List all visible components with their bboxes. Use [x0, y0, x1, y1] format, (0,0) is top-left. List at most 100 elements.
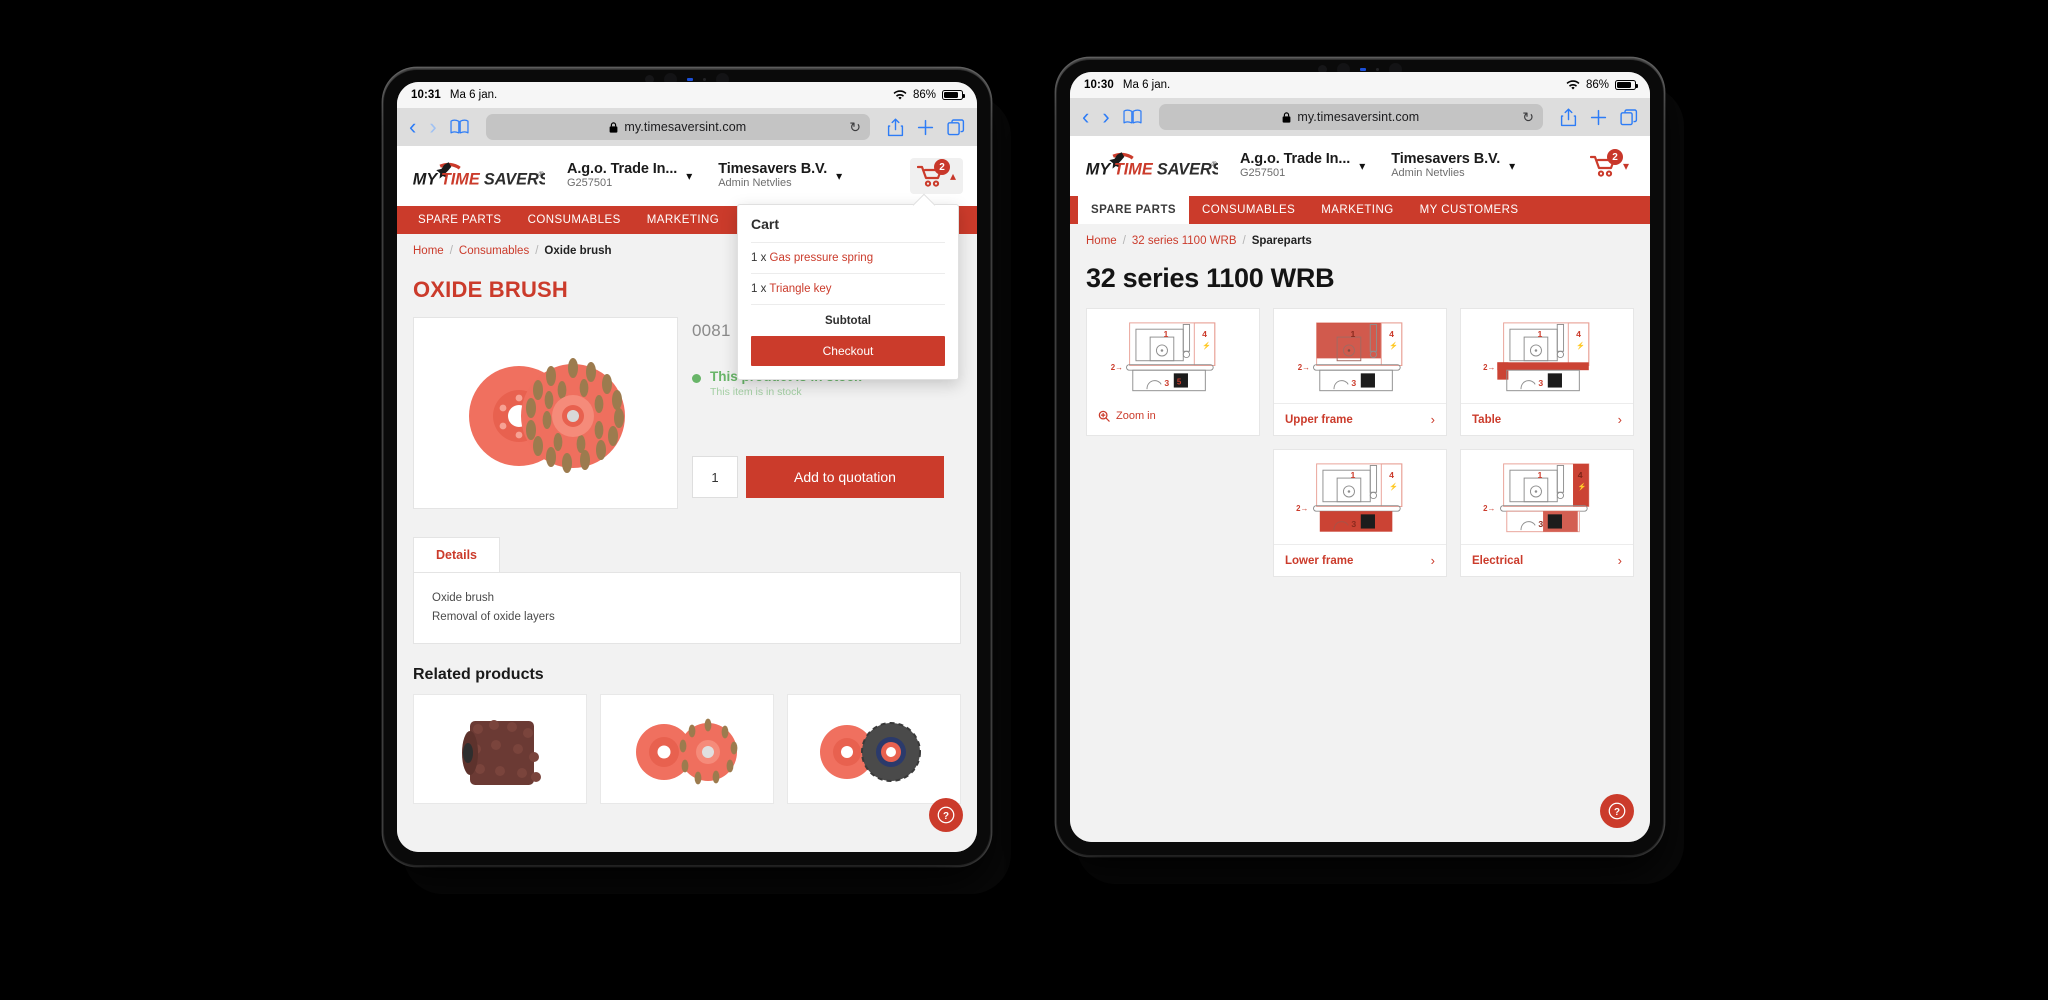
tab-details[interactable]: Details — [413, 537, 500, 572]
svg-text:SAVERS: SAVERS — [484, 170, 545, 188]
checkout-button[interactable]: Checkout — [751, 336, 945, 366]
nav-item-my-customers[interactable]: MY CUSTOMERS — [1407, 196, 1532, 224]
machine-diagram: 1 4 3 2→ ⚡ — [1461, 309, 1633, 403]
svg-text:⚡: ⚡ — [1202, 341, 1211, 350]
sparepart-label: Upper frame — [1285, 413, 1353, 426]
user-selector[interactable]: Timesavers B.V. Admin Netvlies ▾ — [718, 161, 842, 191]
book-icon[interactable] — [1123, 109, 1142, 125]
svg-text:4: 4 — [1576, 329, 1581, 339]
breadcrumb-machine[interactable]: 32 series 1100 WRB — [1132, 235, 1237, 247]
chevron-right-icon: › — [1430, 412, 1435, 427]
my-timesavers-logo[interactable]: MY TIME SAVERS ® — [1084, 151, 1218, 181]
tablet-left: 10:31 Ma 6 jan. 86% ‹ › my.timesaversint… — [383, 68, 991, 866]
back-icon[interactable]: ‹ — [409, 116, 416, 138]
zoom-in-label: Zoom in — [1116, 410, 1156, 422]
nav-item-spare-parts[interactable]: SPARE PARTS — [405, 206, 515, 234]
status-time: 10:31 — [411, 89, 441, 101]
tabs-icon[interactable] — [947, 118, 965, 136]
sparepart-label: Lower frame — [1285, 554, 1354, 567]
breadcrumb-right: Home / 32 series 1100 WRB / Spareparts — [1070, 224, 1650, 247]
sparepart-card-lower-frame[interactable]: 1 4 3 2→ ⚡ Lower frame › — [1273, 449, 1447, 577]
svg-text:3: 3 — [1351, 519, 1356, 529]
address-bar[interactable]: my.timesaversint.com ↻ — [1158, 104, 1543, 130]
cart-dropdown: Cart 1 x Gas pressure spring 1 x Triangl… — [737, 204, 959, 380]
detail-line-1: Oxide brush — [432, 592, 495, 604]
zoom-in-button[interactable]: Zoom in — [1087, 403, 1259, 431]
related-products-row — [397, 684, 977, 804]
machine-diagram-overview-icon: 1 4 3 5 2→ ⚡ — [1111, 322, 1216, 392]
grid-spacer — [1086, 449, 1260, 577]
help-button[interactable]: ? — [1600, 794, 1634, 828]
book-icon[interactable] — [450, 119, 469, 135]
product-tabs: Details — [397, 509, 977, 572]
svg-text:5: 5 — [1177, 377, 1182, 386]
account-selector[interactable]: A.g.o. Trade In... G257501 ▾ — [1240, 151, 1365, 181]
sparepart-card-electrical[interactable]: 1 4 3 2→ ⚡ Electrical › — [1460, 449, 1634, 577]
product-image[interactable] — [413, 317, 678, 509]
my-timesavers-logo[interactable]: MY TIME SAVERS ® — [411, 161, 545, 191]
share-icon[interactable] — [887, 118, 904, 137]
nav-item-consumables[interactable]: CONSUMABLES — [1189, 196, 1308, 224]
machine-diagram-lower-frame-icon: 1 4 3 2→ ⚡ — [1296, 463, 1403, 532]
user-selector[interactable]: Timesavers B.V. Admin Netvlies ▾ — [1391, 151, 1515, 181]
share-icon[interactable] — [1560, 108, 1577, 127]
quantity-input[interactable] — [692, 456, 738, 498]
address-bar[interactable]: my.timesaversint.com ↻ — [485, 114, 870, 140]
back-icon[interactable]: ‹ — [1082, 106, 1089, 128]
ios-status-bar: 10:31 Ma 6 jan. 86% — [397, 82, 977, 108]
reload-icon[interactable]: ↻ — [1522, 109, 1534, 126]
breadcrumb-home[interactable]: Home — [413, 245, 444, 257]
account-selector[interactable]: A.g.o. Trade In... G257501 ▾ — [567, 161, 692, 191]
cart-button[interactable]: 2 ▾ — [1583, 148, 1636, 184]
screen-right: 10:30 Ma 6 jan. 86% ‹ › my.timesaversint… — [1070, 72, 1650, 842]
svg-text:2→: 2→ — [1298, 363, 1310, 372]
status-time: 10:30 — [1084, 79, 1114, 91]
cart-button[interactable]: 2 ▴ — [909, 158, 963, 194]
svg-text:⚡: ⚡ — [1389, 341, 1398, 350]
chevron-right-icon: › — [1617, 553, 1622, 568]
svg-text:®: ® — [1212, 161, 1218, 169]
wifi-icon — [893, 89, 907, 100]
buy-box: Add to quotation — [692, 456, 961, 498]
sparepart-card-upper-frame[interactable]: 1 4 3 2→ ⚡ Upper frame › — [1273, 308, 1447, 436]
plus-icon[interactable] — [1590, 109, 1607, 126]
machine-overview-card[interactable]: 1 4 3 5 2→ ⚡ Zoom in — [1086, 308, 1260, 436]
help-button[interactable]: ? — [929, 798, 963, 832]
nav-item-spare-parts[interactable]: SPARE PARTS — [1078, 196, 1190, 224]
plus-icon[interactable] — [917, 119, 934, 136]
breadcrumb-consumables[interactable]: Consumables — [459, 245, 529, 257]
related-product-card[interactable] — [787, 693, 961, 804]
machine-diagram: 1 4 3 2→ ⚡ — [1274, 450, 1446, 544]
nav-item-consumables[interactable]: CONSUMABLES — [515, 206, 634, 234]
lock-icon — [1282, 111, 1291, 123]
svg-text:MY: MY — [413, 170, 440, 188]
breadcrumb-home[interactable]: Home — [1086, 235, 1117, 247]
tabs-icon[interactable] — [1620, 108, 1638, 126]
reload-icon[interactable]: ↻ — [849, 119, 861, 136]
cart-icon: 2 — [1589, 149, 1623, 178]
stock-dot-icon — [692, 374, 701, 383]
battery-icon — [942, 90, 966, 100]
safari-toolbar: ‹ › my.timesaversint.com ↻ — [397, 108, 977, 146]
related-product-card[interactable] — [413, 693, 587, 804]
nav-item-marketing[interactable]: MARKETING — [1308, 196, 1406, 224]
related-product-card[interactable] — [600, 693, 774, 804]
forward-icon[interactable]: › — [429, 116, 436, 138]
chevron-down-icon: ▾ — [836, 168, 843, 183]
sparepart-card-footer: Electrical › — [1461, 544, 1633, 576]
machine-diagram: 1 4 3 2→ ⚡ — [1461, 450, 1633, 544]
sparepart-card-table[interactable]: 1 4 3 2→ ⚡ Table › — [1460, 308, 1634, 436]
cart-item-name[interactable]: Gas pressure spring — [770, 252, 874, 264]
add-to-quotation-button[interactable]: Add to quotation — [746, 456, 944, 498]
chevron-right-icon: › — [1617, 412, 1622, 427]
cart-item-name[interactable]: Triangle key — [769, 283, 831, 295]
account-code: G257501 — [1240, 167, 1286, 180]
ios-status-bar: 10:30 Ma 6 jan. 86% — [1070, 72, 1650, 98]
nav-item-marketing[interactable]: MARKETING — [634, 206, 732, 234]
forward-icon[interactable]: › — [1102, 106, 1109, 128]
main-nav-right: SPARE PARTS CONSUMABLES MARKETING MY CUS… — [1070, 196, 1650, 224]
svg-text:4: 4 — [1202, 329, 1207, 339]
url-text: my.timesaversint.com — [1297, 110, 1420, 124]
battery-icon — [1615, 80, 1639, 90]
user-role: Admin Netvlies — [1391, 167, 1465, 180]
